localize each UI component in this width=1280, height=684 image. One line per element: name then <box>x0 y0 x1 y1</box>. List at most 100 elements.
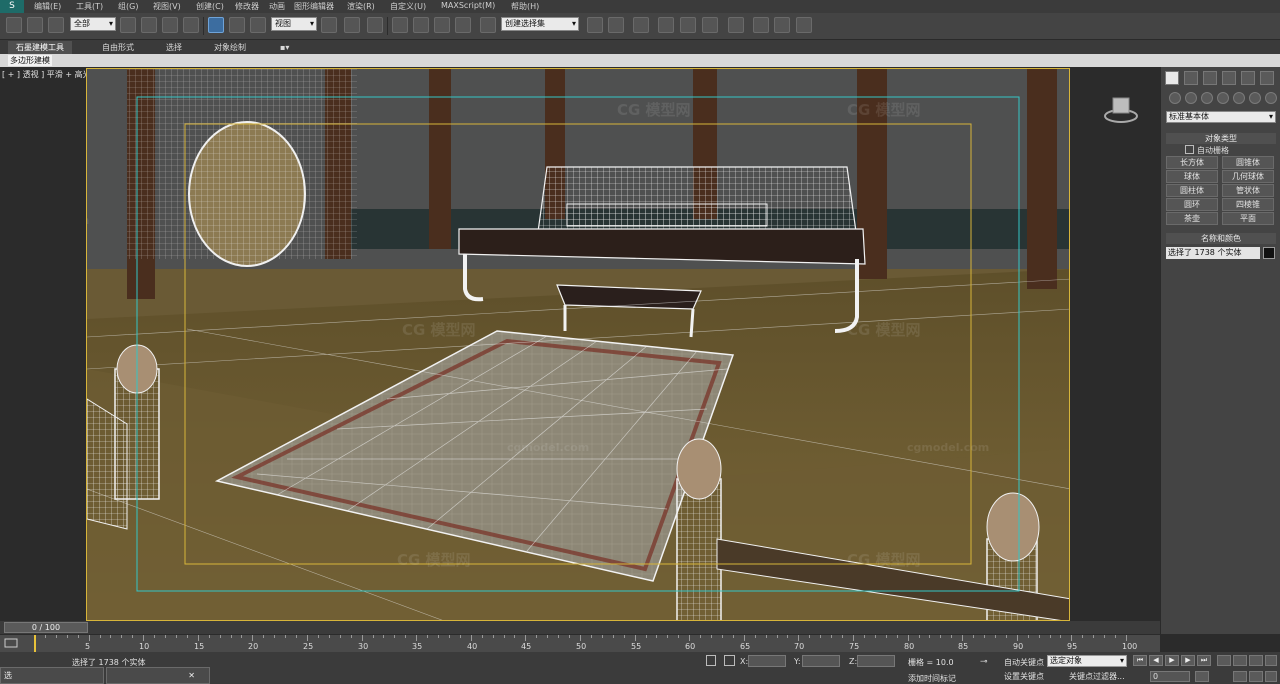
menu-edit[interactable]: 编辑(E) <box>34 1 61 12</box>
undo-icon[interactable] <box>6 17 22 33</box>
app-logo[interactable]: S <box>0 0 24 13</box>
cameras-icon[interactable] <box>1217 92 1229 104</box>
layer-manager-icon[interactable] <box>633 17 649 33</box>
menu-view[interactable]: 视图(V) <box>153 1 181 12</box>
systems-icon[interactable] <box>1265 92 1277 104</box>
menu-create[interactable]: 创建(C) <box>196 1 224 12</box>
geometry-icon[interactable] <box>1169 92 1181 104</box>
edit-named-selection-icon[interactable] <box>480 17 496 33</box>
graphite-toggle-icon[interactable] <box>658 17 674 33</box>
zoom-icon[interactable] <box>1217 655 1231 666</box>
cone-button[interactable]: 圆锥体 <box>1222 156 1274 169</box>
named-selection-dropdown[interactable]: 创建选择集 <box>501 17 579 31</box>
select-by-name-icon[interactable] <box>141 17 157 33</box>
angle-snap-icon[interactable] <box>413 17 429 33</box>
sphere-button[interactable]: 球体 <box>1166 170 1218 183</box>
mirror-icon[interactable] <box>587 17 603 33</box>
object-type-rollout[interactable]: 对象类型 <box>1166 133 1276 144</box>
teapot-button[interactable]: 茶壶 <box>1166 212 1218 225</box>
zoom-all-icon[interactable] <box>1233 655 1247 666</box>
selection-filter-dropdown[interactable]: 全部 <box>70 17 116 31</box>
max-viewport-icon[interactable] <box>1265 655 1277 666</box>
reference-coord-dropdown[interactable]: 视图 <box>271 17 317 31</box>
x-coordinate-field[interactable] <box>748 655 786 667</box>
trackbar-toggle-icon[interactable] <box>4 637 18 649</box>
add-time-tag[interactable]: 添加时间标记 <box>908 673 956 684</box>
rect-select-region-icon[interactable] <box>162 17 178 33</box>
display-tab-icon[interactable] <box>1241 71 1255 85</box>
prev-frame-icon[interactable]: ◀ <box>1149 655 1163 666</box>
current-frame-marker[interactable] <box>34 635 36 653</box>
object-name-field[interactable]: 选择了 1738 个实体 <box>1166 247 1260 259</box>
spinner-snap-icon[interactable] <box>455 17 471 33</box>
modify-tab-icon[interactable] <box>1184 71 1198 85</box>
menu-customize[interactable]: 自定义(U) <box>390 1 426 12</box>
current-frame-field[interactable]: 0 <box>1150 671 1190 682</box>
key-mode-dropdown[interactable]: 选定对象 <box>1047 655 1127 667</box>
keyboard-shortcut-icon[interactable] <box>367 17 383 33</box>
curve-editor-icon[interactable] <box>680 17 696 33</box>
menu-graph-editors[interactable]: 图形编辑器 <box>294 1 334 12</box>
menu-maxscript[interactable]: MAXScript(M) <box>441 1 495 10</box>
pan-icon[interactable] <box>1249 671 1263 682</box>
align-icon[interactable] <box>608 17 624 33</box>
close-icon[interactable]: ✕ <box>188 668 195 683</box>
name-color-rollout[interactable]: 名称和颜色 <box>1166 233 1276 244</box>
menu-tools[interactable]: 工具(T) <box>76 1 103 12</box>
goto-end-icon[interactable]: ⏭ <box>1197 655 1211 666</box>
redo-icon[interactable] <box>27 17 43 33</box>
snap-toggle-icon[interactable] <box>392 17 408 33</box>
geosphere-button[interactable]: 几何球体 <box>1222 170 1274 183</box>
menu-rendering[interactable]: 渲染(R) <box>347 1 375 12</box>
zoom-extents-icon[interactable] <box>1249 655 1263 666</box>
torus-button[interactable]: 圆环 <box>1166 198 1218 211</box>
hierarchy-tab-icon[interactable] <box>1203 71 1217 85</box>
scale-icon[interactable] <box>250 17 266 33</box>
material-editor-icon[interactable] <box>728 17 744 33</box>
trackbar[interactable]: 5 10 15 20 25 30 35 40 45 50 55 60 65 70 75 80 85 90 95 100 <box>0 634 1160 653</box>
fov-icon[interactable] <box>1265 671 1277 682</box>
time-slider[interactable]: 0 / 100 <box>4 622 88 633</box>
menu-group[interactable]: 组(G) <box>118 1 138 12</box>
perspective-viewport[interactable]: CG 模型网 CG 模型网 CG 模型网 CG 模型网 CG 模型网 CG 模型… <box>86 68 1070 621</box>
autogrid-checkbox[interactable]: 自动栅格 <box>1185 145 1229 156</box>
utilities-tab-icon[interactable] <box>1260 71 1274 85</box>
pyramid-button[interactable]: 四棱锥 <box>1222 198 1274 211</box>
z-coordinate-field[interactable] <box>857 655 895 667</box>
menu-modifiers[interactable]: 修改器 <box>235 1 259 12</box>
viewcube-icon[interactable] <box>1104 94 1138 124</box>
time-config-icon[interactable] <box>1195 671 1209 682</box>
absolute-mode-icon[interactable] <box>724 655 735 666</box>
tab-selection[interactable]: 选择 <box>158 41 190 54</box>
lights-icon[interactable] <box>1201 92 1213 104</box>
link-icon[interactable] <box>48 17 64 33</box>
rendered-frame-icon[interactable] <box>774 17 790 33</box>
rotate-icon[interactable] <box>229 17 245 33</box>
polygon-modeling-panel[interactable]: 多边形建模 <box>8 55 52 66</box>
move-icon[interactable] <box>208 17 224 33</box>
key-icon[interactable]: ⊸ <box>980 657 988 667</box>
motion-tab-icon[interactable] <box>1222 71 1236 85</box>
orbit-icon[interactable] <box>1233 671 1247 682</box>
create-tab-icon[interactable] <box>1165 71 1179 85</box>
box-button[interactable]: 长方体 <box>1166 156 1218 169</box>
play-icon[interactable]: ▶ <box>1165 655 1179 666</box>
object-color-swatch[interactable] <box>1263 247 1275 259</box>
set-key-button[interactable]: 设置关键点 <box>1004 671 1044 682</box>
select-manipulate-icon[interactable] <box>344 17 360 33</box>
key-filters-button[interactable]: 关键点过滤器... <box>1069 671 1125 682</box>
minimized-window[interactable]: ✕ <box>106 667 210 684</box>
lock-selection-icon[interactable] <box>706 655 716 666</box>
shapes-icon[interactable] <box>1185 92 1197 104</box>
percent-snap-icon[interactable] <box>434 17 450 33</box>
tube-button[interactable]: 管状体 <box>1222 184 1274 197</box>
tab-graphite-modeling[interactable]: 石墨建模工具 <box>8 41 72 54</box>
y-coordinate-field[interactable] <box>802 655 840 667</box>
tab-object-paint[interactable]: 对象绘制 <box>206 41 254 54</box>
menu-animation[interactable]: 动画 <box>269 1 285 12</box>
helpers-icon[interactable] <box>1233 92 1245 104</box>
geometry-category-dropdown[interactable]: 标准基本体 <box>1166 111 1276 123</box>
cylinder-button[interactable]: 圆柱体 <box>1166 184 1218 197</box>
spacewarps-icon[interactable] <box>1249 92 1261 104</box>
minimized-window[interactable]: 选 <box>0 667 104 684</box>
